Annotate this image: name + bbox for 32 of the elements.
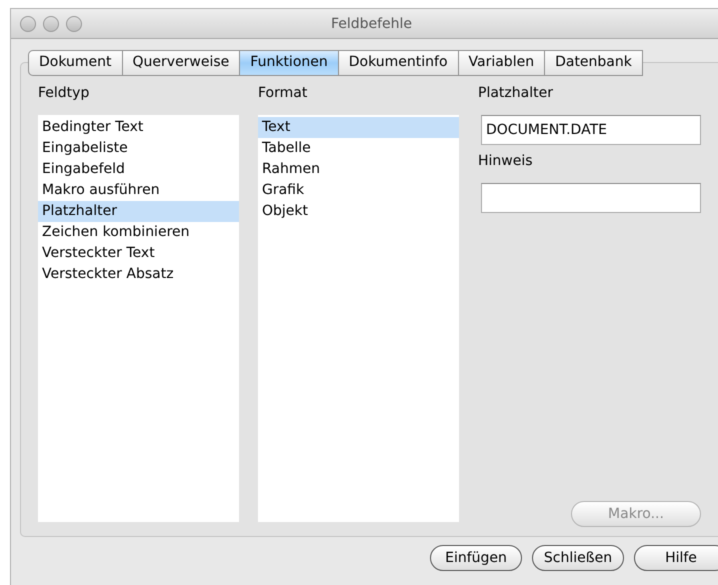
list-item[interactable]: Zeichen kombinieren (38, 222, 239, 243)
list-item[interactable]: Eingabefeld (38, 159, 239, 180)
window-control-button[interactable] (43, 16, 59, 32)
tab[interactable]: Dokument (28, 50, 123, 76)
dialog-button[interactable]: Einfügen (430, 545, 522, 571)
list-item[interactable]: Tabelle (258, 138, 459, 159)
field-label: Hinweis (478, 153, 534, 171)
list-label: Feldtyp (38, 85, 90, 103)
list-item[interactable]: Eingabeliste (38, 138, 239, 159)
tab[interactable]: Funktionen (240, 50, 339, 76)
list-label: Format (258, 85, 308, 103)
window-title: Feldbefehle (330, 16, 412, 32)
tab[interactable]: Querverweise (122, 50, 240, 76)
tab[interactable]: Datenbank (545, 50, 643, 76)
tab[interactable]: Variablen (458, 50, 546, 76)
list-item[interactable]: Bedingter Text (38, 117, 239, 138)
window-control-button[interactable] (20, 16, 36, 32)
window-control-button[interactable] (66, 16, 82, 32)
text-field[interactable] (481, 183, 701, 213)
list-item[interactable]: Grafik (258, 180, 459, 201)
list-item[interactable]: Platzhalter (38, 201, 239, 222)
list-item[interactable]: Makro ausführen (38, 180, 239, 201)
field-label: Platzhalter (478, 85, 554, 103)
list-item[interactable]: Rahmen (258, 159, 459, 180)
list-item[interactable]: Objekt (258, 201, 459, 222)
list-item[interactable]: Versteckter Text (38, 243, 239, 264)
dialog-button[interactable]: Schließen (532, 545, 624, 571)
tab[interactable]: Dokumentinfo (338, 50, 459, 76)
list-item[interactable]: Versteckter Absatz (38, 264, 239, 285)
text-field[interactable]: DOCUMENT.DATE (481, 115, 701, 145)
list-item[interactable]: Text (258, 117, 459, 138)
dialog-button[interactable]: Hilfe (634, 545, 718, 571)
